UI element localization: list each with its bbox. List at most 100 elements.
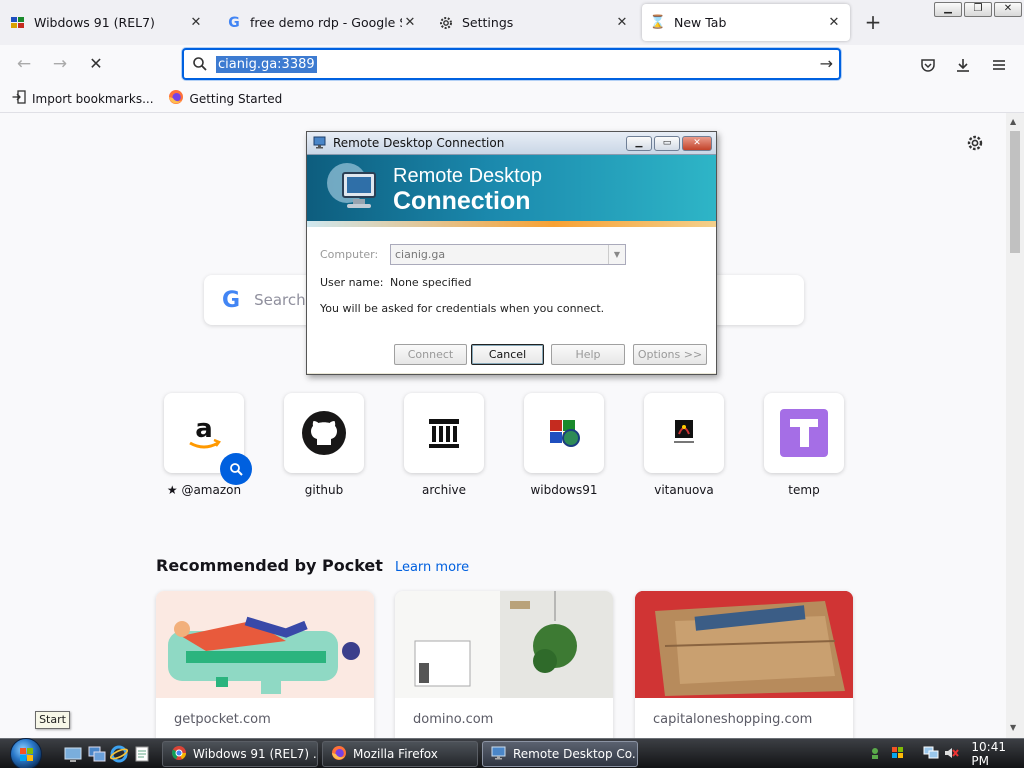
tab-new-tab[interactable]: ⌛ New Tab ✕ [642, 4, 850, 41]
computer-combobox[interactable]: cianig.ga ▼ [390, 244, 626, 265]
tab-google-search[interactable]: G free demo rdp - Google Search ✕ [218, 4, 426, 41]
username-value: None specified [390, 276, 472, 289]
dialog-close-button[interactable]: ✕ [682, 135, 712, 151]
temp-icon [780, 409, 828, 457]
pocket-section-header: Recommended by Pocket Learn more [156, 556, 469, 575]
top-site-vitanuova[interactable]: vitanuova [636, 393, 732, 497]
close-window-button[interactable]: ✕ [994, 2, 1022, 17]
dialog-restore-button[interactable]: ▭ [654, 135, 680, 151]
close-icon[interactable]: ✕ [614, 15, 630, 30]
volume-muted-icon[interactable] [943, 745, 960, 764]
stop-button[interactable]: ✕ [84, 53, 108, 77]
dialog-minimize-button[interactable]: ▁ [626, 135, 652, 151]
taskbar-button-rdp[interactable]: Remote Desktop Co... [482, 741, 638, 767]
info-row: You will be asked for credentials when y… [320, 302, 604, 315]
card-image [395, 591, 613, 698]
start-button[interactable] [10, 738, 42, 768]
tab-wibdows91[interactable]: Wibdows 91 (REL7) ✕ [2, 4, 212, 41]
site-tile[interactable] [284, 393, 364, 473]
tab-settings[interactable]: Settings ✕ [430, 4, 638, 41]
scroll-down-icon[interactable]: ▼ [1010, 723, 1016, 732]
minimize-button[interactable]: ▁ [934, 2, 962, 17]
close-icon[interactable]: ✕ [188, 15, 204, 30]
tab-title: Wibdows 91 (REL7) [34, 15, 155, 30]
site-label: archive [421, 483, 467, 497]
connect-button[interactable]: Connect [394, 344, 467, 365]
site-tile[interactable] [764, 393, 844, 473]
scroll-up-icon[interactable]: ▲ [1010, 117, 1016, 126]
system-tray: 10:41 PM [870, 740, 1024, 768]
clock[interactable]: 10:41 PM [971, 740, 1024, 768]
dialog-titlebar[interactable]: Remote Desktop Connection ▁ ▭ ✕ [307, 132, 716, 155]
amazon-icon: a [189, 414, 221, 449]
top-site-temp[interactable]: temp [756, 393, 852, 497]
site-label: @amazon [181, 483, 242, 497]
show-desktop-icon[interactable] [64, 745, 82, 763]
top-site-amazon[interactable]: a ★ @amazon [156, 393, 252, 497]
notepad-icon[interactable] [133, 745, 151, 763]
options-button[interactable]: Options >> [633, 344, 707, 365]
rdp-banner: Remote Desktop Connection [307, 155, 716, 227]
close-icon[interactable]: ✕ [402, 15, 418, 30]
card-image [156, 591, 374, 698]
chevron-down-icon[interactable]: ▼ [608, 245, 625, 264]
card-source: getpocket.com [174, 712, 271, 727]
pocket-card[interactable]: getpocket.com [156, 591, 374, 738]
top-site-wibdows91[interactable]: wibdows91 [516, 393, 612, 497]
learn-more-link[interactable]: Learn more [395, 560, 469, 575]
page-scrollbar[interactable]: ▲ ▼ [1006, 113, 1024, 738]
start-tooltip: Start [35, 711, 70, 729]
internet-explorer-icon[interactable] [109, 745, 129, 763]
top-site-github[interactable]: github [276, 393, 372, 497]
site-label: github [304, 483, 344, 497]
computer-label: Computer: [320, 248, 379, 261]
bookmark-import[interactable]: Import bookmarks... [12, 90, 154, 107]
pocket-icon[interactable] [917, 54, 939, 76]
windows-flag-icon [550, 420, 580, 447]
tab-strip: Wibdows 91 (REL7) ✕ G free demo rdp - Go… [0, 0, 1024, 45]
forward-button[interactable]: → [48, 53, 72, 77]
rdp-app-icon [491, 745, 507, 764]
taskbar-button-wibdows91[interactable]: Wibdows 91 (REL7) ... [162, 741, 318, 767]
url-text[interactable]: cianig.ga:3389 [216, 55, 317, 73]
help-button[interactable]: Help [551, 344, 625, 365]
personalize-gear-icon[interactable] [966, 134, 984, 155]
back-button[interactable]: ← [12, 53, 36, 77]
pocket-card[interactable]: capitaloneshopping.com [635, 591, 853, 738]
archive-icon [429, 419, 459, 448]
taskbar-label: Remote Desktop Co... [513, 747, 638, 761]
site-tile[interactable] [404, 393, 484, 473]
card-source: capitaloneshopping.com [653, 712, 813, 727]
pin-icon: ★ [166, 483, 182, 497]
tab-title: Settings [462, 15, 514, 30]
windows-flag-tray-icon[interactable] [890, 745, 906, 764]
downloads-icon[interactable] [952, 54, 974, 76]
username-row: User name: None specified [320, 276, 471, 289]
url-bar[interactable]: cianig.ga:3389 → [182, 48, 841, 80]
taskbar-button-firefox[interactable]: Mozilla Firefox [322, 741, 478, 767]
search-icon [230, 463, 243, 476]
maximize-button[interactable]: ❐ [964, 2, 992, 17]
top-sites: a ★ @amazon github archive wibdows91 vit… [156, 393, 876, 503]
network-icon[interactable] [923, 745, 939, 764]
hamburger-menu-icon[interactable] [988, 54, 1010, 76]
go-arrow-icon[interactable]: → [820, 54, 833, 73]
cancel-button[interactable]: Cancel [471, 344, 544, 365]
new-tab-button[interactable]: + [862, 12, 884, 34]
pocket-card[interactable]: domino.com [395, 591, 613, 738]
banner-line1: Remote Desktop [393, 165, 542, 187]
card-image [635, 591, 853, 698]
rdp-app-icon [313, 135, 327, 152]
close-icon[interactable]: ✕ [826, 15, 842, 30]
windows-logo-icon [20, 748, 33, 761]
site-tile[interactable] [524, 393, 604, 473]
top-site-archive[interactable]: archive [396, 393, 492, 497]
switch-windows-icon[interactable] [88, 745, 106, 763]
scrollbar-thumb[interactable] [1010, 131, 1020, 253]
site-tile[interactable]: a [164, 393, 252, 485]
google-icon: G [228, 14, 240, 31]
tab-title: free demo rdp - Google Search [250, 15, 402, 30]
network-share-icon[interactable] [870, 745, 886, 764]
bookmark-getting-started[interactable]: Getting Started [168, 89, 282, 108]
site-tile[interactable] [644, 393, 724, 473]
